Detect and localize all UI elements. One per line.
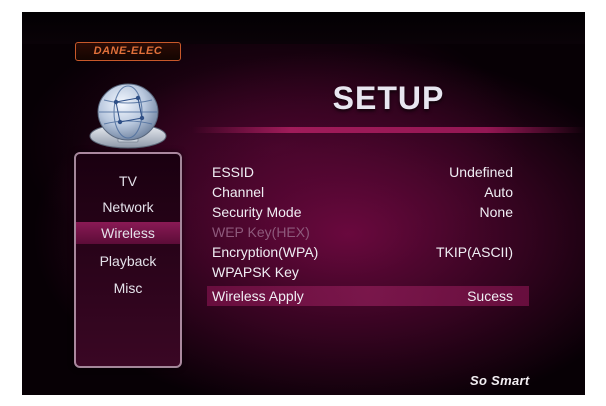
tv-screen: DANE-ELEC SETUP TV Network Wireless Play… bbox=[22, 12, 585, 395]
setting-row-wpapsk-key[interactable]: WPAPSK Key bbox=[207, 262, 529, 282]
setting-row-channel[interactable]: Channel Auto bbox=[207, 182, 529, 202]
brand-tagline: So Smart bbox=[470, 373, 530, 388]
menu-item-wireless[interactable]: Wireless bbox=[76, 222, 180, 244]
menu-item-label: Wireless bbox=[101, 225, 155, 241]
setup-menu: TV Network Wireless Playback Misc bbox=[74, 152, 182, 368]
network-globe-icon bbox=[82, 74, 174, 150]
setting-row-essid[interactable]: ESSID Undefined bbox=[207, 162, 529, 182]
menu-item-label: Playback bbox=[99, 253, 157, 269]
setting-label: Security Mode bbox=[212, 204, 302, 220]
setting-label: Channel bbox=[212, 184, 265, 200]
setting-value: Sucess bbox=[467, 288, 513, 304]
setting-value: Undefined bbox=[449, 164, 513, 180]
setting-value: None bbox=[479, 204, 513, 220]
wireless-settings-list: ESSID Undefined Channel Auto Security Mo… bbox=[207, 162, 529, 322]
menu-item-label: Misc bbox=[113, 280, 143, 296]
menu-item-label: Network bbox=[102, 199, 154, 215]
brand-logo: DANE-ELEC bbox=[75, 42, 181, 61]
title-underline bbox=[192, 127, 585, 133]
setting-row-encryption[interactable]: Encryption(WPA) TKIP(ASCII) bbox=[207, 242, 529, 262]
setting-value: Auto bbox=[484, 184, 513, 200]
title-area: SETUP bbox=[192, 72, 585, 133]
menu-item-network[interactable]: Network bbox=[76, 196, 180, 218]
setting-label: Wireless Apply bbox=[212, 288, 304, 304]
menu-item-misc[interactable]: Misc bbox=[76, 277, 180, 299]
setting-row-security-mode[interactable]: Security Mode None bbox=[207, 202, 529, 222]
menu-item-playback[interactable]: Playback bbox=[76, 250, 180, 272]
setting-label: WEP Key(HEX) bbox=[212, 224, 310, 240]
setting-row-wireless-apply[interactable]: Wireless Apply Sucess bbox=[207, 286, 529, 306]
setting-value: TKIP(ASCII) bbox=[435, 244, 513, 260]
menu-item-label: TV bbox=[119, 173, 137, 189]
setting-label: Encryption(WPA) bbox=[212, 244, 319, 260]
setting-label: WPAPSK Key bbox=[212, 264, 299, 280]
setting-row-wep-key: WEP Key(HEX) bbox=[207, 222, 529, 242]
setting-label: ESSID bbox=[212, 164, 255, 180]
page-title: SETUP bbox=[332, 80, 445, 116]
top-band bbox=[22, 12, 585, 44]
menu-item-tv[interactable]: TV bbox=[76, 170, 180, 192]
